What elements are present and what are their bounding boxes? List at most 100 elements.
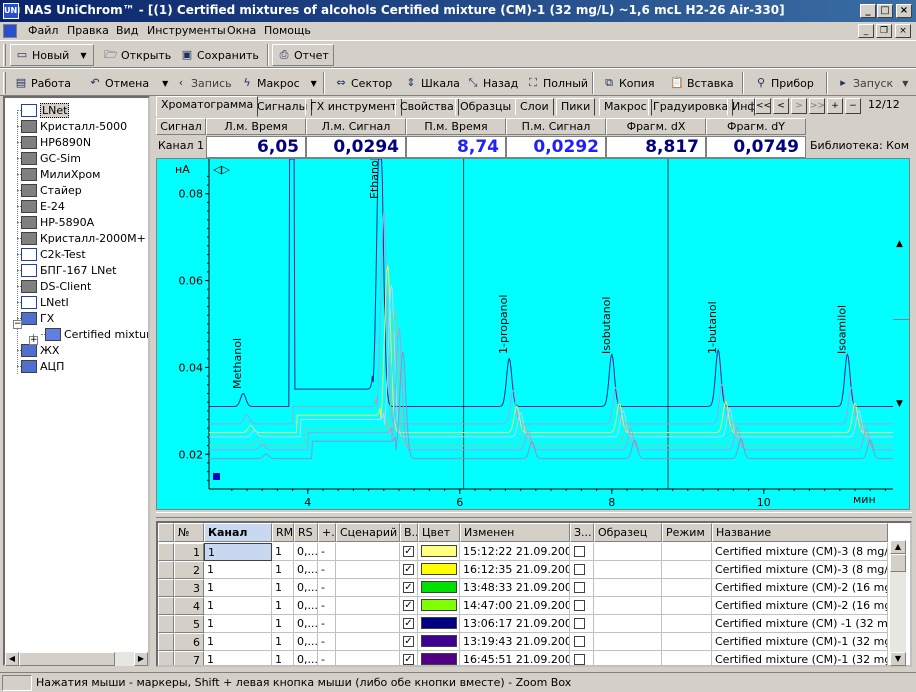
legend-square-icon[interactable] — [213, 473, 220, 480]
z-checkbox[interactable] — [574, 546, 585, 557]
tree-item[interactable]: GC-Sim — [21, 150, 81, 166]
cell-z[interactable] — [570, 543, 594, 561]
cell-changed[interactable]: 15:12:22 21.09.2001 — [460, 543, 570, 561]
maximize-button[interactable]: □ — [877, 4, 893, 18]
sector-button[interactable]: ⇔ Сектор — [330, 72, 396, 94]
cell-changed[interactable]: 13:48:33 21.09.2001 — [460, 579, 570, 597]
cell-visible[interactable]: ✓ — [400, 543, 418, 561]
cell-name[interactable]: Certified mixture (CM)-1 (32 mg/... — [712, 633, 888, 651]
cell-rm[interactable]: 1 — [272, 579, 294, 597]
cell-sample[interactable] — [594, 543, 662, 561]
tab-signals[interactable]: Сигналы — [252, 98, 313, 116]
tree-item[interactable]: ЖХ — [21, 342, 59, 358]
scale-button[interactable]: ⇕ Шкала — [400, 72, 464, 94]
table-row[interactable]: 2 1 1 0,... - ✓ 16:12:35 21.09.2001 Certified m… — [158, 561, 910, 579]
header-mode[interactable]: Режим — [662, 523, 712, 542]
cell-rs[interactable]: 0,... — [294, 615, 318, 633]
chevron-down-icon[interactable]: ▼ — [902, 79, 908, 88]
cell-channel[interactable]: 1 — [204, 597, 272, 615]
header-channel[interactable]: Канал — [204, 523, 272, 542]
scroll-down-icon[interactable]: ▼ — [896, 399, 903, 409]
document-icon[interactable] — [3, 24, 17, 38]
table-row[interactable]: 6 1 1 0,... - ✓ 13:19:43 21.09.2001 Certified m… — [158, 633, 910, 651]
z-checkbox[interactable] — [574, 618, 585, 629]
cell-sample[interactable] — [594, 633, 662, 651]
tab-last-button[interactable]: >> — [809, 98, 825, 114]
cell-visible[interactable]: ✓ — [400, 579, 418, 597]
cell-z[interactable] — [570, 615, 594, 633]
cell-rm[interactable]: 1 — [272, 633, 294, 651]
cell-color[interactable] — [418, 651, 460, 665]
cell-z[interactable] — [570, 651, 594, 665]
cell-name[interactable]: Certified mixture (CM)-2 (16 mg/... — [712, 597, 888, 615]
tree-horizontal-scrollbar[interactable]: ◀ ▶ — [5, 652, 148, 666]
expand-toggle[interactable]: + — [29, 336, 38, 345]
row-indicator[interactable] — [158, 633, 174, 651]
chart-vertical-scrollbar[interactable]: ▲ ▼ — [893, 159, 909, 509]
macro-button[interactable]: ϟ Макрос ▼ — [236, 72, 321, 94]
tab-layers[interactable]: Слои — [515, 98, 554, 116]
mdi-minimize-button[interactable]: _ — [858, 24, 874, 38]
cell-name[interactable]: Certified mixture (CM)-3 (8 mg/L... — [712, 543, 888, 561]
cell-rm[interactable]: 1 — [272, 651, 294, 665]
header-visible[interactable]: В... — [400, 523, 418, 542]
cell-changed[interactable]: 16:12:35 21.09.2001 — [460, 561, 570, 579]
work-button[interactable]: ▤ Работа — [10, 72, 75, 94]
cell-channel[interactable]: 1 — [204, 651, 272, 665]
cell-channel[interactable]: 1 — [204, 561, 272, 579]
cell-plus[interactable]: - — [318, 597, 336, 615]
scroll-left-icon[interactable]: ◀ — [5, 652, 19, 666]
cell-rs[interactable]: 0,... — [294, 633, 318, 651]
cell-rm[interactable]: 1 — [272, 561, 294, 579]
cell-name[interactable]: Certified mixture (CM) -1 (32 mg/... — [712, 615, 888, 633]
cell-rs[interactable]: 0,... — [294, 543, 318, 561]
cell-channel[interactable]: 1 — [204, 633, 272, 651]
cell-rm[interactable]: 1 — [272, 597, 294, 615]
scroll-up-icon[interactable]: ▲ — [896, 239, 903, 249]
cell-changed[interactable]: 16:45:51 21.09.2001 — [460, 651, 570, 665]
color-swatch[interactable] — [421, 653, 457, 665]
cell-visible[interactable]: ✓ — [400, 597, 418, 615]
header-changed[interactable]: Изменен — [460, 523, 570, 542]
row-indicator[interactable] — [158, 523, 174, 542]
tree-item[interactable]: LNet — [21, 102, 70, 118]
cell-scenario[interactable] — [336, 597, 400, 615]
chevron-down-icon[interactable]: ▼ — [80, 51, 86, 60]
cell-rs[interactable]: 0,... — [294, 597, 318, 615]
cell-color[interactable] — [418, 633, 460, 651]
cell-color[interactable] — [418, 561, 460, 579]
row-number[interactable]: 3 — [174, 579, 204, 597]
toolbar-grip[interactable] — [3, 72, 6, 94]
scroll-thumb[interactable] — [19, 652, 115, 666]
row-number[interactable]: 1 — [174, 543, 204, 561]
row-indicator[interactable] — [158, 543, 174, 561]
row-indicator[interactable] — [158, 561, 174, 579]
tab-remove-button[interactable]: − — [845, 98, 861, 114]
row-indicator[interactable] — [158, 579, 174, 597]
tree-item[interactable]: АЦП — [21, 358, 64, 374]
open-button[interactable]: 🗁 Открыть — [100, 44, 175, 66]
cell-scenario[interactable] — [336, 561, 400, 579]
save-button[interactable]: ▣ Сохранить — [176, 44, 263, 66]
back-button[interactable]: ⤡ Назад — [462, 72, 522, 94]
header-sample[interactable]: Образец — [594, 523, 662, 542]
cell-scenario[interactable] — [336, 615, 400, 633]
header-color[interactable]: Цвет — [418, 523, 460, 542]
start-button[interactable]: ▸ Запуск ▼ — [832, 72, 912, 94]
minimize-button[interactable]: _ — [860, 4, 876, 18]
cell-channel[interactable]: 1 — [204, 579, 272, 597]
cell-scenario[interactable] — [336, 633, 400, 651]
chromatogram-plot[interactable]: 0.02 0.04 0.06 0.08 нА 4 6 8 10 мин Methanol Ethano… — [157, 159, 909, 509]
cell-scenario[interactable] — [336, 543, 400, 561]
tree-item[interactable]: Certified mixtures — [45, 326, 148, 342]
close-button[interactable]: × — [896, 4, 912, 18]
menu-windows[interactable]: Окна — [227, 24, 256, 37]
cell-plus[interactable]: - — [318, 579, 336, 597]
tree-item[interactable]: HP-5890A — [21, 214, 94, 230]
cell-plus[interactable]: - — [318, 561, 336, 579]
row-indicator[interactable] — [158, 651, 174, 665]
z-checkbox[interactable] — [574, 654, 585, 665]
cell-mode[interactable] — [662, 633, 712, 651]
cell-sample[interactable] — [594, 597, 662, 615]
collapse-toggle[interactable]: − — [13, 320, 22, 329]
